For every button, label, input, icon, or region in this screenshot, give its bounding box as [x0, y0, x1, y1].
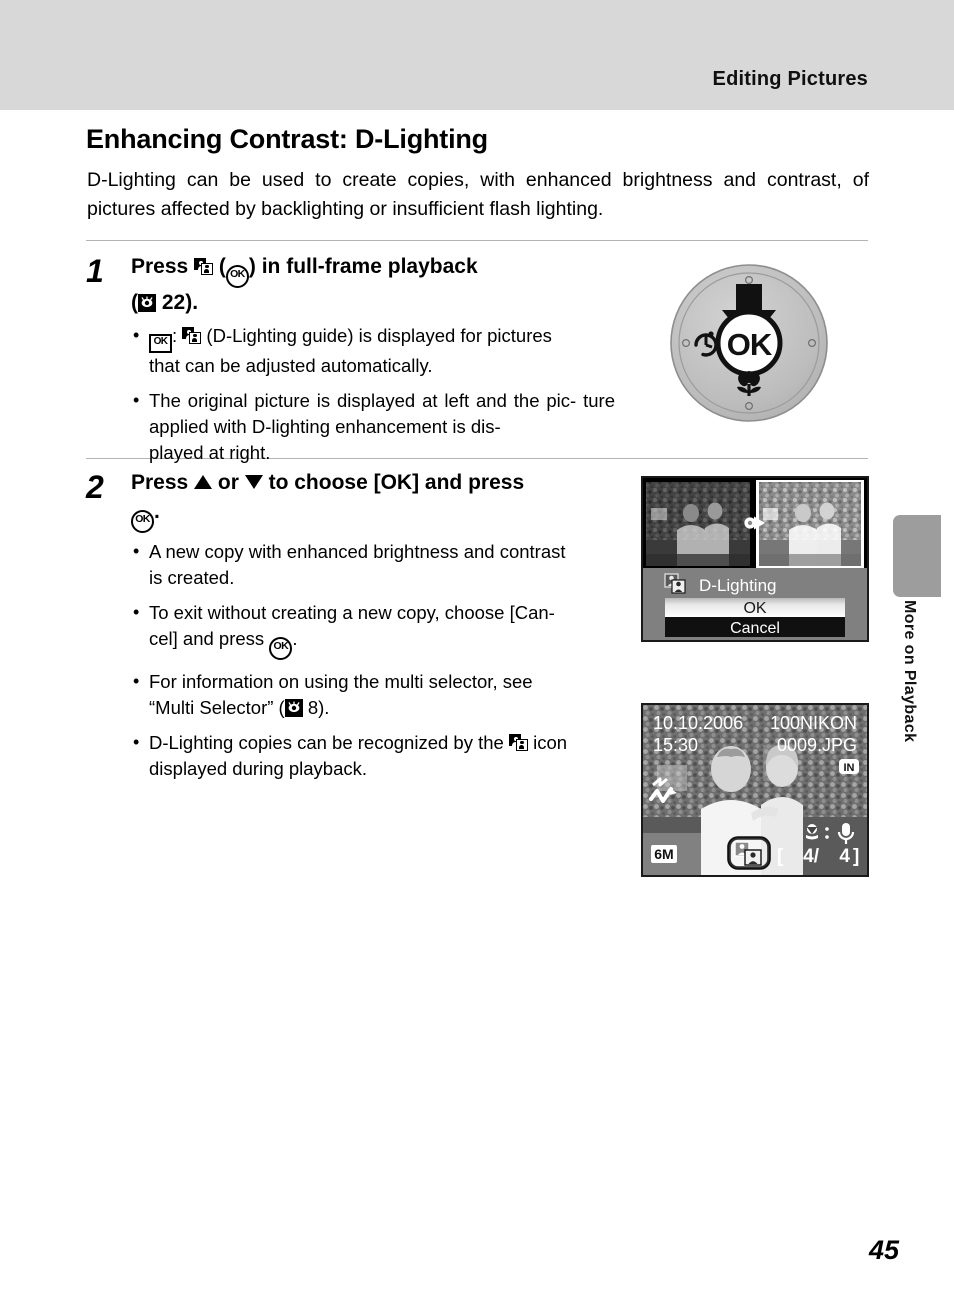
- reference-eye-icon: [284, 699, 303, 717]
- section-divider-1: [86, 240, 868, 241]
- internal-memory-badge: IN: [839, 759, 859, 774]
- svg-text:0009.JPG: 0009.JPG: [777, 735, 857, 755]
- step-2-b2-text-b: cel] and press: [149, 628, 265, 649]
- side-tab-marker: [893, 515, 941, 597]
- step-1-b2-text-a: The original picture is displayed at lef…: [149, 390, 577, 411]
- svg-text:15:30: 15:30: [653, 735, 698, 755]
- page-title: Enhancing Contrast: D-Lighting: [86, 124, 488, 154]
- svg-text:]: ]: [853, 846, 859, 867]
- side-tab-label: More on Playback: [901, 600, 918, 743]
- step-2-b3-text-b: “Multi Selector” (: [149, 697, 285, 718]
- step-2-heading-text-a: Press: [131, 471, 189, 494]
- list-item: A new copy with enhanced brightness and …: [131, 538, 615, 591]
- step-1-bullet-list: OK: (D-Lighting guide) is displayed for …: [131, 322, 615, 466]
- svg-text:OK: OK: [727, 327, 773, 362]
- ok-button-round-icon: OK: [131, 510, 154, 533]
- step-1-body: Press (OK) in full-frame playback ( 22).…: [131, 252, 615, 475]
- header-band: [0, 0, 954, 110]
- step-2-body: Press or to choose [OK] and press OK. A …: [131, 468, 615, 791]
- original-thumbnail: [646, 482, 750, 566]
- running-header-title: Editing Pictures: [712, 68, 868, 90]
- step-1-b1-text-c: that can be adjusted automatically.: [149, 355, 433, 376]
- step-2-heading-text-c: to choose [OK] and press: [268, 471, 525, 494]
- reference-eye-icon: [138, 294, 156, 312]
- d-lighting-icon: [182, 327, 202, 344]
- step-1-b1-text-b: (D-Lighting guide) is displayed for pict…: [206, 325, 552, 346]
- multi-selector-dial: OK: [668, 262, 830, 424]
- intro-paragraph: D-Lighting can be used to create copies,…: [87, 169, 869, 220]
- step-2-b3-text-c: 8).: [307, 697, 330, 718]
- step-2-b4-text-b: icon: [533, 732, 568, 753]
- d-lighting-icon: [508, 734, 528, 751]
- ok-button-round-icon: OK: [269, 637, 293, 660]
- ok-button-round-icon: OK: [225, 265, 249, 288]
- step-2-b4-text-c: displayed during playback.: [149, 758, 368, 779]
- step-2-b1-text-a: A new copy with enhanced brightness and …: [149, 541, 566, 562]
- step-2-number: 2: [86, 469, 104, 505]
- d-lighting-confirm-screen: D-Lighting OK Cancel: [641, 476, 869, 642]
- step-2-b2-text-a: To exit without creating a new copy, cho…: [149, 602, 555, 623]
- list-item: For information on using the multi selec…: [131, 668, 615, 721]
- step-1-number: 1: [86, 253, 104, 289]
- list-item: To exit without creating a new copy, cho…: [131, 599, 615, 660]
- step-2-b1-text-b: is created.: [149, 567, 235, 588]
- step-1-heading-text-c: full-frame: [286, 255, 382, 278]
- svg-text:Cancel: Cancel: [730, 620, 780, 637]
- step-2-b2-text-c: .: [292, 628, 298, 649]
- svg-text:D-Lighting: D-Lighting: [699, 576, 777, 595]
- enhanced-thumbnail: [756, 480, 864, 568]
- step-2-heading-text-d: .: [154, 500, 160, 523]
- step-2-bullet-list: A new copy with enhanced brightness and …: [131, 538, 615, 782]
- step-2-heading: Press or to choose [OK] and press OK.: [131, 468, 615, 533]
- step-1-heading-text-a: Press: [131, 255, 189, 278]
- step-1-b1-text-a: :: [172, 325, 178, 346]
- step-1-b2-text-c: played at right.: [149, 442, 271, 463]
- ok-button-square-icon: OK: [149, 334, 172, 353]
- svg-text:100NIKON: 100NIKON: [770, 713, 857, 733]
- step-1-heading-text-b: ) in: [248, 255, 281, 278]
- step-2-b3-text-a: For information on using the multi selec…: [149, 671, 533, 692]
- svg-text:10.10.2006: 10.10.2006: [653, 713, 743, 733]
- triangle-up-icon: [194, 475, 213, 489]
- step-2-b4-text-a: D-Lighting copies can be recognized by t…: [149, 732, 504, 753]
- step-1-heading: Press (OK) in full-frame playback ( 22).: [131, 255, 478, 314]
- step-1-heading-text-e: 22).: [161, 291, 199, 314]
- svg-text:IN: IN: [844, 762, 855, 774]
- svg-text:[: [: [777, 846, 784, 867]
- svg-text:6M: 6M: [654, 846, 673, 862]
- d-lighting-badge: [727, 836, 771, 870]
- svg-text:OK: OK: [743, 600, 766, 617]
- list-item: OK: (D-Lighting guide) is displayed for …: [131, 322, 615, 379]
- svg-text:4: 4: [839, 846, 850, 867]
- d-lighting-icon: [194, 258, 214, 275]
- list-item: D-Lighting copies can be recognized by t…: [131, 729, 615, 782]
- list-item: The original picture is displayed at lef…: [131, 387, 615, 466]
- full-frame-playback-screen: 10.10.2006 15:30 100NIKON 0009.JPG IN 6M…: [641, 703, 869, 877]
- triangle-down-icon: [244, 475, 263, 489]
- step-1-heading-text-d: playback: [387, 255, 478, 278]
- svg-text:4/: 4/: [803, 846, 820, 867]
- page-number: 45: [868, 1235, 899, 1265]
- image-size-badge: 6M: [651, 845, 677, 863]
- step-2-heading-text-b: or: [217, 471, 239, 494]
